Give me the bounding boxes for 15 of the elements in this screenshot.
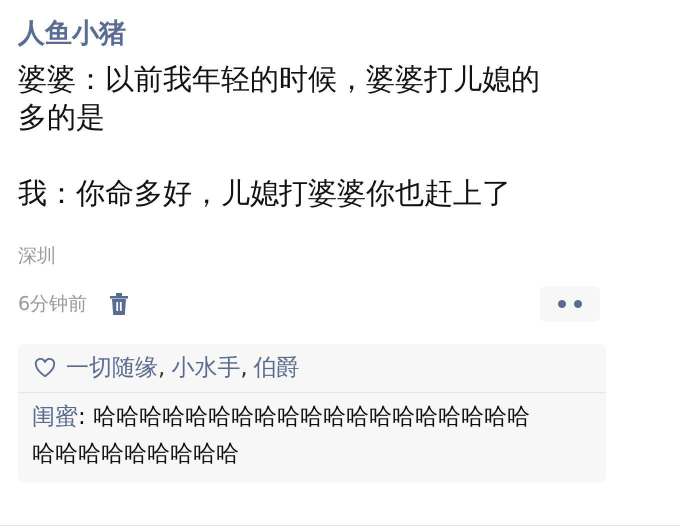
location-link[interactable]: 深圳 xyxy=(18,242,56,270)
post-text: 我：你命多好，儿媳打婆婆你也赶上了 xyxy=(18,175,512,212)
post-time: 6分钟前 xyxy=(18,292,88,317)
delete-icon[interactable] xyxy=(109,292,130,316)
liker-name[interactable]: 伯爵 xyxy=(254,352,300,384)
comma: , xyxy=(158,354,166,383)
heart-icon xyxy=(34,358,56,378)
comma: , xyxy=(240,354,248,383)
post-text: 婆婆：以前我年轻的时候，婆婆打儿媳的多的是 xyxy=(18,61,541,136)
liker-name[interactable]: 一切随缘 xyxy=(66,352,158,384)
author-name[interactable]: 人鱼小猪 xyxy=(18,14,126,54)
dots-icon xyxy=(557,299,583,309)
comment-text: 闺蜜: 哈哈哈哈哈哈哈哈哈哈哈哈哈哈哈哈哈哈哈哈哈哈哈哈哈哈哈哈 xyxy=(31,403,532,469)
liker-name[interactable]: 小水手 xyxy=(171,352,240,384)
more-button[interactable] xyxy=(540,286,600,322)
